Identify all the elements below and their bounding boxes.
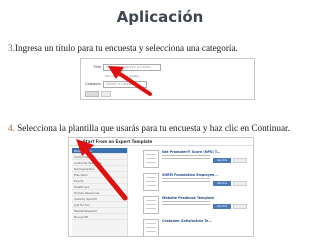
preview-button[interactable]	[233, 204, 247, 209]
use-template-button[interactable]: Use this template	[213, 181, 231, 190]
template-thumbnail	[143, 173, 159, 191]
template-thumbnail	[143, 219, 159, 236]
template-category-list: Most Popular Community Customer Feedback…	[72, 148, 128, 236]
step-4-text: Selecciona la plantilla que usarás para …	[14, 123, 290, 133]
back-button[interactable]	[85, 91, 99, 97]
title-label: Title	[93, 65, 101, 69]
template-card[interactable]: SHRM Foundation Employee... Use this tem…	[143, 173, 251, 193]
template-thumbnail	[143, 150, 159, 168]
template-panel-header: Start From an Expert Template	[69, 138, 253, 146]
next-button[interactable]	[101, 91, 111, 97]
preview-button[interactable]	[233, 158, 247, 163]
template-card[interactable]: Website Feedback Template Use this templ…	[143, 196, 251, 216]
step-3-text: Ingresa un título para tu encuesta y sel…	[14, 43, 238, 53]
template-name: Net Promoter® Score (NPS) T...	[162, 150, 221, 154]
template-picker-screenshot: Start From an Expert Template Most Popul…	[68, 137, 254, 237]
step-3-number: 3.	[8, 43, 15, 53]
step-4-instruction: 4. Selecciona la plantilla que usarás pa…	[8, 123, 290, 133]
slide-title: Aplicación	[116, 8, 204, 26]
survey-title-input[interactable]: Give your survey a name...	[103, 63, 161, 71]
title-hint: You can change it later	[105, 74, 140, 78]
category-select[interactable]: Select a category...	[103, 80, 147, 88]
use-template-button[interactable]: Use this template	[213, 158, 231, 167]
template-card[interactable]: Net Promoter® Score (NPS) T... Use this …	[143, 150, 251, 170]
template-name: Website Feedback Template	[162, 196, 215, 200]
category-item[interactable]: Non-profit	[72, 214, 127, 220]
step-3-instruction: 3.Ingresa un título para tu encuesta y s…	[8, 43, 238, 53]
use-template-button[interactable]: Use this template	[213, 204, 231, 213]
step-4-number: 4.	[8, 123, 15, 133]
category-label: Category	[85, 82, 101, 86]
template-thumbnail	[143, 196, 159, 214]
survey-title-form-screenshot: Title Give your survey a name... You can…	[80, 58, 255, 100]
preview-button[interactable]	[233, 181, 247, 186]
template-name: SHRM Foundation Employee...	[162, 173, 219, 177]
template-name: Customer Satisfaction Te...	[162, 219, 213, 223]
template-card[interactable]: Customer Satisfaction Te...	[143, 219, 251, 236]
